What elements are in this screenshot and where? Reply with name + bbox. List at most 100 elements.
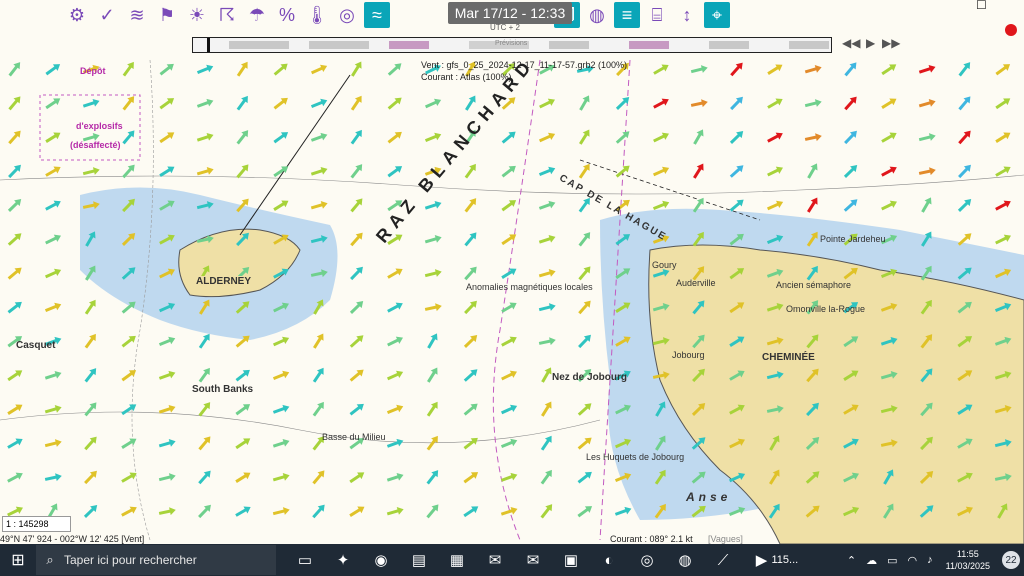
- file-explorer-icon[interactable]: ▤: [400, 544, 438, 576]
- globe-icon[interactable]: ◍: [584, 2, 610, 28]
- current-arrow: [312, 401, 324, 417]
- current-arrow: [273, 63, 288, 76]
- current-arrow: [121, 335, 136, 348]
- play-icon[interactable]: ▶: [866, 36, 875, 50]
- current-arrow: [767, 64, 783, 75]
- teams-icon[interactable]: ▣: [552, 544, 590, 576]
- current-arrow: [198, 470, 211, 485]
- cloud-icon[interactable]: ☁: [866, 554, 877, 567]
- waves-icon[interactable]: ≈: [364, 2, 390, 28]
- notification-badge[interactable]: 22: [1002, 551, 1020, 569]
- datetime-display[interactable]: Mar 17/12 - 12:33: [448, 2, 572, 24]
- current-arrow: [158, 507, 176, 516]
- current-arrow: [7, 199, 22, 212]
- current-arrow: [310, 64, 328, 75]
- monitor-icon[interactable]: ▭: [887, 554, 897, 567]
- step-forward-icon[interactable]: ▶▶: [882, 36, 900, 50]
- current-arrow: [386, 404, 404, 415]
- current-arrow: [387, 302, 403, 313]
- settings-icon[interactable]: ⚙: [64, 2, 90, 28]
- timeline-handle[interactable]: [207, 38, 210, 52]
- current-arrow: [310, 98, 328, 109]
- current-arrow: [45, 64, 61, 76]
- current-arrow: [84, 333, 96, 349]
- current-arrow: [121, 438, 137, 449]
- step-back-icon[interactable]: ◀◀: [842, 36, 860, 50]
- edge-icon[interactable]: ◉: [362, 544, 400, 576]
- current-arrow: [387, 63, 402, 76]
- outlook-icon[interactable]: ✉: [476, 544, 514, 576]
- percent-icon[interactable]: %: [274, 2, 300, 28]
- current-arrow: [538, 303, 556, 312]
- current-arrow: [844, 62, 857, 77]
- current-arrow: [730, 96, 743, 111]
- current-arrow: [652, 166, 670, 177]
- taskbar-search[interactable]: ⌕ Taper ici pour rechercher: [36, 545, 276, 575]
- current-arrow: [578, 163, 590, 179]
- weather-sun-icon[interactable]: ☀: [184, 2, 210, 28]
- height-icon[interactable]: ↕: [674, 2, 700, 28]
- route-icon[interactable]: ✓: [94, 2, 120, 28]
- wind-icon[interactable]: ≋: [124, 2, 150, 28]
- record-icon[interactable]: [1005, 24, 1017, 36]
- current-arrow: [349, 301, 364, 314]
- current-arrow: [387, 97, 402, 110]
- current-arrow: [235, 506, 251, 517]
- current-arrow: [386, 507, 404, 516]
- current-arrow: [272, 404, 290, 414]
- current-arrow: [44, 439, 62, 448]
- windows-start-icon[interactable]: ⊞: [0, 544, 36, 576]
- windsock-icon[interactable]: ⚑: [154, 2, 180, 28]
- current-readout: Courant : 089° 2.1 kt: [610, 534, 693, 544]
- search-icon: ⌕: [46, 552, 54, 567]
- label-anomalies: Anomalies magnétiques locales: [466, 282, 593, 292]
- forecast-timeline[interactable]: Prévisions: [192, 37, 832, 53]
- current-arrow: [198, 436, 211, 451]
- current-arrow: [577, 437, 592, 450]
- current-arrow: [995, 132, 1011, 143]
- current-arrow: [426, 401, 438, 417]
- copilot-icon[interactable]: ✦: [324, 544, 362, 576]
- outlook-classic-icon[interactable]: ✉: [514, 544, 552, 576]
- current-arrow: [844, 96, 857, 111]
- database-icon[interactable]: ≡: [614, 2, 640, 28]
- storm-icon[interactable]: ☈: [214, 2, 240, 28]
- task-view-icon[interactable]: ▭: [286, 544, 324, 576]
- clock[interactable]: 11:55 11/03/2025: [946, 548, 990, 572]
- chevron-up-icon[interactable]: ⌃: [847, 554, 856, 567]
- current-arrow: [45, 200, 61, 211]
- current-arrow: [881, 132, 897, 143]
- current-arrow: [7, 370, 23, 382]
- current-arrow: [767, 166, 783, 177]
- current-arrow: [501, 131, 516, 144]
- label-casquet: Casquet: [16, 340, 56, 351]
- window-restore-icon[interactable]: ☐: [976, 0, 987, 12]
- volume-icon[interactable]: ♪: [927, 554, 933, 566]
- current-arrow: [578, 232, 591, 247]
- current-arrow: [538, 234, 556, 244]
- current-arrow: [614, 506, 632, 516]
- active-app-button[interactable]: ▶ 115...: [742, 544, 812, 576]
- wifi-icon[interactable]: ◠: [908, 554, 918, 567]
- chrome-icon[interactable]: ◎: [628, 544, 666, 576]
- current-arrow: [767, 132, 783, 143]
- current-arrow: [7, 404, 23, 415]
- current-arrow: [7, 301, 22, 314]
- store-icon[interactable]: ▦: [438, 544, 476, 576]
- current-arrow: [538, 337, 556, 346]
- current-arrow: [349, 403, 364, 416]
- current-arrow: [45, 234, 61, 245]
- location-icon[interactable]: ⌖: [704, 2, 730, 28]
- current-arrow: [44, 370, 62, 380]
- firefox-icon[interactable]: ◍: [666, 544, 704, 576]
- nautical-chart[interactable]: ⚙✓≋⚑☀☈☂%🌡◎≈❐◍≡⌸↕⌖ Mar 17/12 - 12:33 UTC …: [0, 0, 1024, 544]
- photos-icon[interactable]: ◐: [590, 544, 628, 576]
- swirl-icon[interactable]: ◎: [334, 2, 360, 28]
- navigation-app-icon[interactable]: ⟋: [704, 544, 742, 576]
- map-icon[interactable]: ⌸: [644, 2, 670, 28]
- current-arrow: [159, 132, 175, 144]
- thermometer-icon[interactable]: 🌡: [304, 2, 330, 28]
- utc-offset: UTC + 2: [490, 23, 521, 32]
- rain-icon[interactable]: ☂: [244, 2, 270, 28]
- current-arrow: [464, 198, 477, 213]
